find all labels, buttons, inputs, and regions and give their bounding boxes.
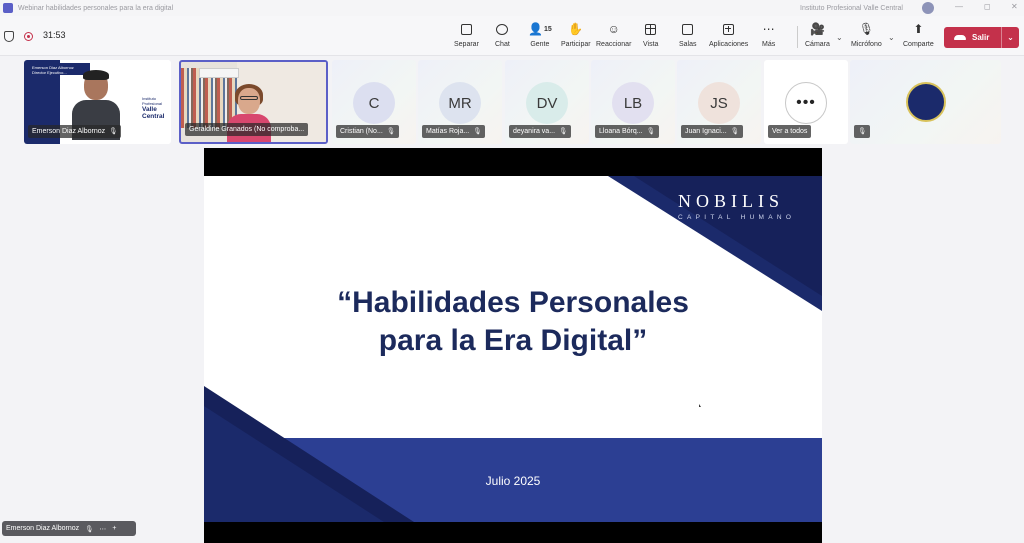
mic-button[interactable]: 🎙 Micrófono [851,20,882,54]
smiley-icon: ☺ [607,22,620,36]
nobilis-tagline: CAPITAL HUMANO [678,214,796,221]
camera-options-chevron-icon[interactable]: ⌄ [836,33,843,42]
more-button[interactable]: ⋯ Más [762,20,775,54]
mic-off-icon: 🎙 [109,128,118,135]
camera-button[interactable]: 🎥 Cámara [805,20,830,54]
mic-off-icon: 🎙 [858,22,874,36]
see-all-label: Ver a todos [768,125,812,138]
presenter-name: Emerson Diaz Albornoz [6,525,80,532]
mouse-cursor [699,404,701,407]
shared-screen[interactable]: NOBILIS CAPITAL HUMANO “Habilidades Pers… [204,148,822,543]
participant-name: deyanira va... 🎙 [509,125,572,138]
view-button[interactable]: Vista [643,20,658,54]
meeting-timer: 31:53 [43,30,66,40]
chat-button[interactable]: Chat [495,20,510,54]
presentation-slide: NOBILIS CAPITAL HUMANO “Habilidades Pers… [204,176,822,522]
mic-off-icon: 🎙 [386,128,396,135]
avatar: LB [612,82,654,124]
avatar: JS [698,82,740,124]
teams-app-icon [3,3,13,13]
apps-button[interactable]: Aplicaciones [709,20,748,54]
mic-off-icon: 🎙 [559,128,568,135]
shield-icon[interactable] [4,31,14,42]
institute-logo [905,82,946,122]
participant-name: Lloana Bórq... 🎙 [595,125,659,138]
maximize-icon[interactable]: ◻ [984,2,991,11]
participant-name: Geraldine Granados (No comproba... [185,123,309,136]
participant-name: Emerson Diaz Albornoz 🎙 [28,125,122,138]
minimize-icon[interactable]: — [955,2,963,11]
participant-tile[interactable]: Geraldine Granados (No comproba... [179,60,328,144]
participant-video [238,88,260,114]
camera-off-icon: 🎥 [809,22,825,36]
participant-name: 🎙 [854,125,871,138]
close-icon[interactable]: ✕ [1011,2,1018,11]
mic-off-icon: 🎙 [473,128,482,135]
people-button[interactable]: 👤 15 Gente [528,20,552,54]
avatar: DV [526,82,568,124]
people-count: 15 [543,25,552,33]
grid-view-icon [645,23,657,35]
mic-options-chevron-icon[interactable]: ⌄ [888,33,895,42]
participant-name: Juan Ignaci... 🎙 [681,125,743,138]
mic-off-icon: 🎙 [646,128,655,135]
participant-tile[interactable]: C Cristian (No... 🎙 [332,60,416,144]
recording-icon [24,32,33,41]
participant-tile[interactable]: 🎙 [850,60,1001,144]
see-all-tile[interactable]: ••• Ver a todos [764,60,848,144]
user-avatar[interactable] [922,2,934,14]
hang-up-icon [954,35,966,40]
share-button[interactable]: ⬆ Comparte [903,20,934,54]
more-icon: ⋯ [762,22,775,36]
presenter-chip[interactable]: Emerson Diaz Albornoz 🎙 ⋯ + [2,521,136,536]
leave-options-chevron-icon[interactable]: ⌄ [1001,27,1019,48]
add-icon[interactable]: + [112,525,116,532]
participant-tile[interactable]: MR Matías Roja... 🎙 [418,60,502,144]
pop-out-icon [460,23,472,35]
institute-logo: Instituto Profesional Valle Central [142,96,165,120]
title-bar: Webinar habilidades personales para la e… [0,0,1024,16]
raise-hand-icon: ✋ [568,22,584,36]
nobilis-logo: NOBILIS [678,191,784,211]
more-icon: ••• [785,82,827,124]
organization-name: Instituto Profesional Valle Central [800,4,903,12]
participant-tile[interactable]: JS Juan Ignaci... 🎙 [677,60,761,144]
meeting-toolbar: 31:53 Separar Chat 👤 15 Gente ✋ Participa… [0,16,1024,56]
slide-date: Julio 2025 [485,474,541,488]
participant-tile[interactable]: LB Lloana Bórq... 🎙 [591,60,675,144]
participant-name: Cristian (No... 🎙 [336,125,400,138]
participant-tile[interactable]: Emerson Diaz Albornoz Director Ejecutivo… [24,60,171,144]
mic-off-icon: 🎙 [85,525,94,533]
leave-button[interactable]: Salir ⌄ [944,27,1019,48]
avatar: C [353,82,395,124]
pop-out-button[interactable]: Separar [454,20,479,54]
participant-tile[interactable]: DV deyanira va... 🎙 [505,60,589,144]
people-icon: 👤 [528,22,543,36]
slide-title: “Habilidades Personales para la Era Digi… [337,286,689,357]
rooms-icon [682,23,694,35]
mic-off-icon: 🎙 [858,128,867,135]
mic-off-icon: 🎙 [730,128,739,135]
apps-icon [723,23,735,35]
participant-strip: Emerson Diaz Albornoz Director Ejecutivo… [0,57,1024,147]
react-button[interactable]: ☺ Reaccionar [596,20,631,54]
participant-name: Matías Roja... 🎙 [422,125,486,138]
rooms-button[interactable]: Salas [679,20,697,54]
window-title: Webinar habilidades personales para la e… [18,4,174,12]
avatar: MR [439,82,481,124]
chat-icon [496,23,509,35]
toolbar-divider [797,26,798,48]
more-icon[interactable]: ⋯ [99,525,106,533]
share-screen-icon: ⬆ [913,22,924,36]
raise-hand-button[interactable]: ✋ Participar [561,20,591,54]
